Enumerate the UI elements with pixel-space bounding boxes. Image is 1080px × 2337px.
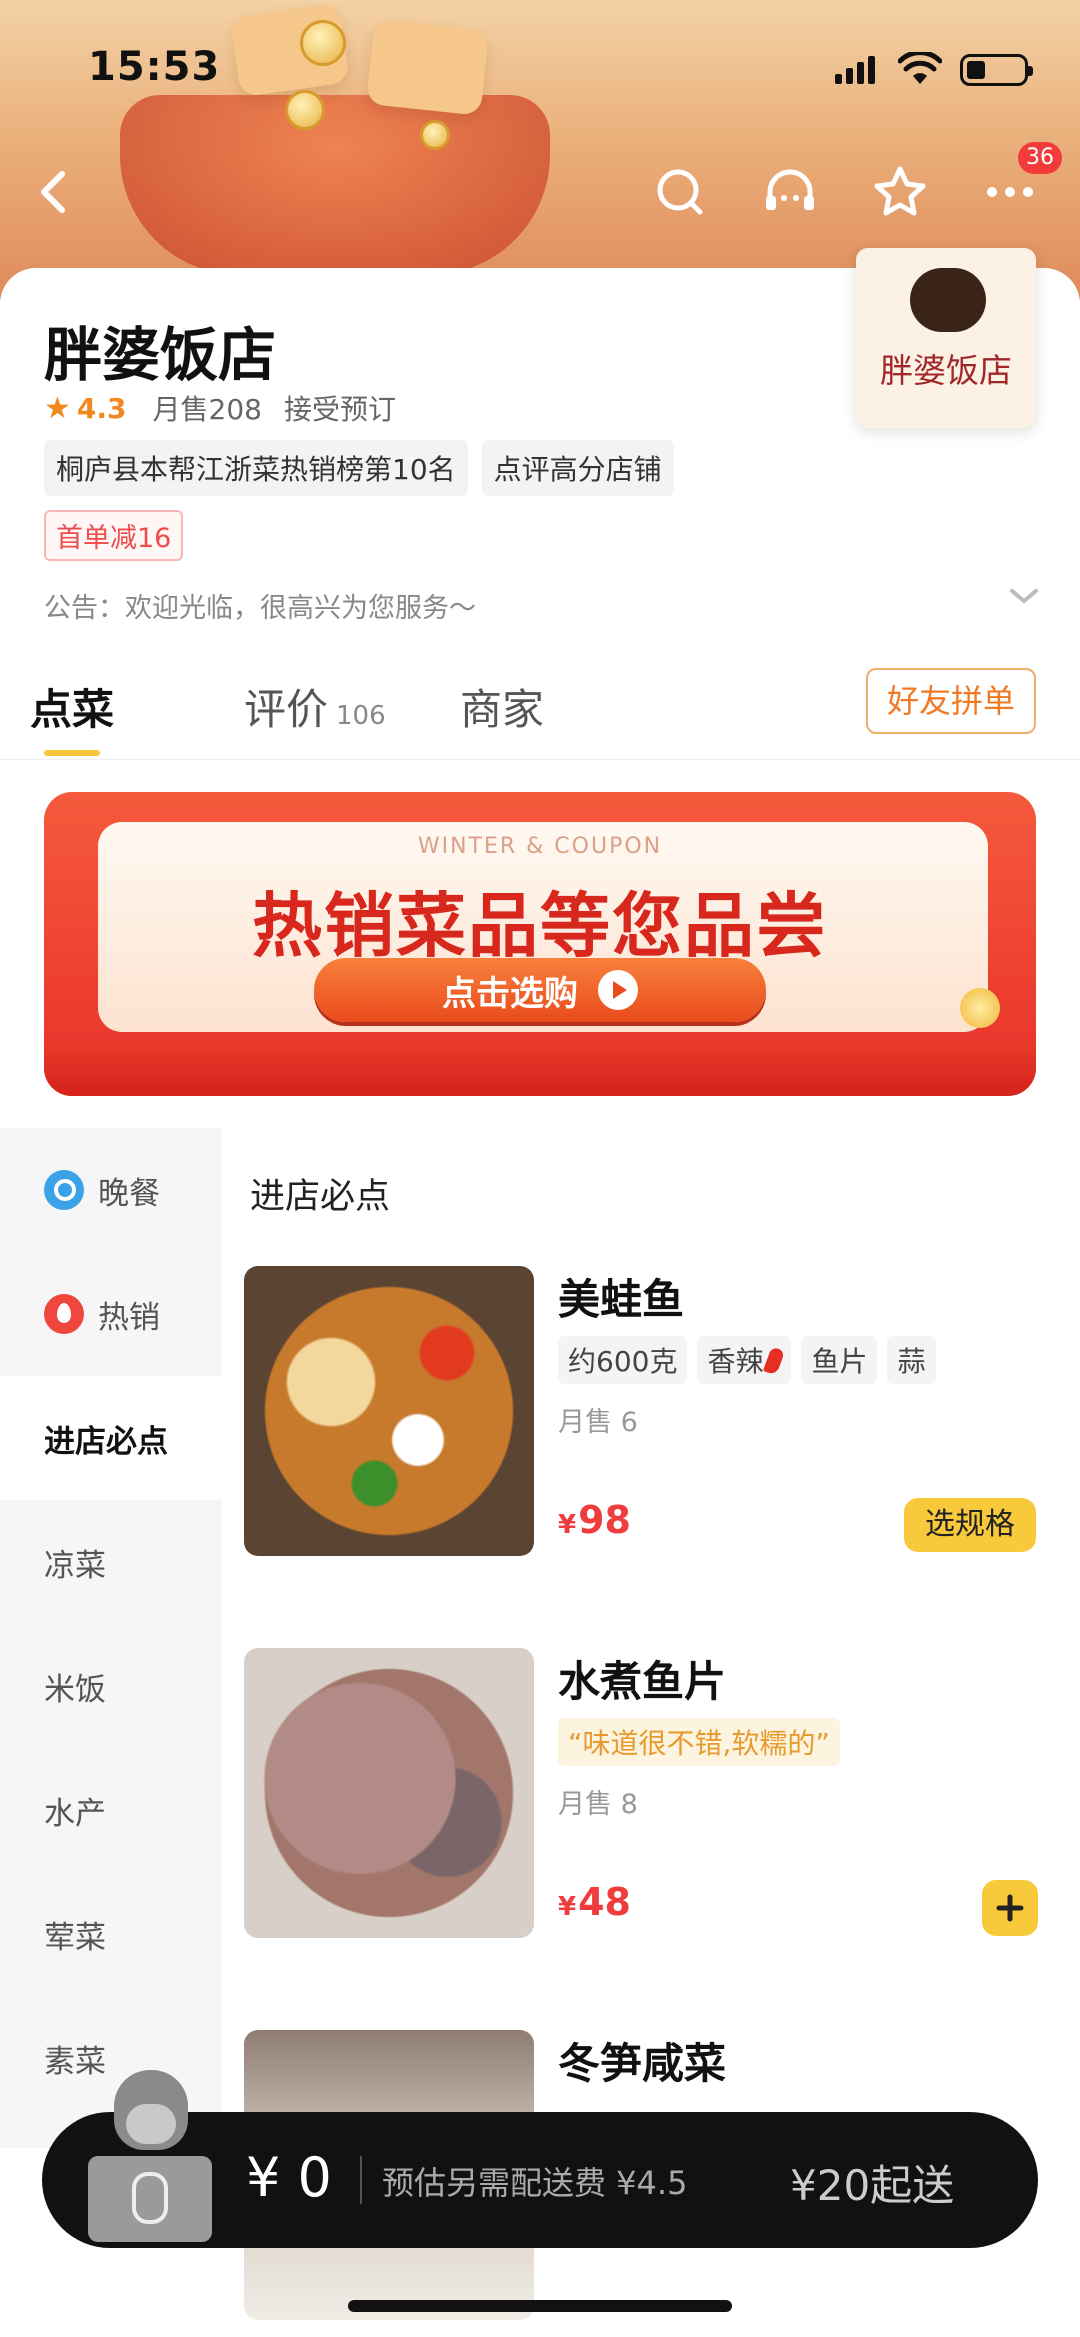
fire-icon <box>44 1294 84 1334</box>
sidebar-item-hot[interactable]: 热销 <box>0 1252 222 1376</box>
promo-cta-label: 点击选购 <box>442 973 578 1014</box>
dish-name: 冬笋咸菜 <box>558 2039 727 2088</box>
dish-attributes: 约600克 香辣 鱼片 蒜 <box>558 1336 936 1384</box>
select-spec-button[interactable]: 选规格 <box>904 1498 1036 1552</box>
dish-price: ¥98 <box>558 1498 631 1542</box>
customer-service-button[interactable] <box>758 160 822 224</box>
dish-review-quote: “味道很不错,软糯的” <box>558 1718 840 1766</box>
dish-price-value: 98 <box>578 1498 631 1542</box>
store-logo-text: 胖婆饭店 <box>880 351 1012 390</box>
play-icon <box>598 970 638 1010</box>
search-icon <box>44 1170 84 1210</box>
store-tabs: 点菜 评价 106 商家 好友拼单 <box>0 650 1080 760</box>
dish-price: ¥48 <box>558 1880 631 1924</box>
add-to-cart-button[interactable] <box>982 1880 1038 1936</box>
store-tags: 桐庐县本帮江浙菜热销榜第10名 点评高分店铺 <box>44 440 674 496</box>
promo-bottom-band <box>44 1042 1036 1096</box>
signal-icon <box>835 56 875 84</box>
store-name: 胖婆饭店 <box>44 321 277 389</box>
dish-attribute-label: 香辣 <box>707 1345 764 1378</box>
tab-menu[interactable]: 点菜 <box>30 676 114 737</box>
more-dots-icon <box>987 187 1033 197</box>
sidebar-item-label: 热销 <box>98 1299 160 1336</box>
dish-monthly-sales: 月售 6 <box>558 1407 638 1438</box>
dish-attribute-chip: 鱼片 <box>801 1336 878 1384</box>
dish-item[interactable]: 美蛙鱼 约600克 香辣 鱼片 蒜 月售 6 ¥98 选规格 <box>244 1266 1044 1566</box>
store-notice: 公告：欢迎光临，很高兴为您服务～ <box>44 593 476 624</box>
minimum-order[interactable]: ¥20起送 <box>790 2152 954 2213</box>
cart-total: ¥ 0 <box>246 2146 332 2209</box>
monthly-sales: 月售208 <box>152 393 262 426</box>
tab-reviews-count: 106 <box>336 701 386 731</box>
dish-name: 美蛙鱼 <box>558 1275 685 1324</box>
back-arrow-icon <box>41 171 65 213</box>
headset-icon <box>766 169 814 210</box>
group-order-button[interactable]: 好友拼单 <box>866 668 1036 734</box>
reservation-label: 接受预订 <box>283 393 396 426</box>
status-bar: 15:53 <box>0 0 1080 130</box>
dish-attribute-chip: 香辣 <box>697 1336 792 1384</box>
high-score-tag[interactable]: 点评高分店铺 <box>481 440 674 496</box>
back-button[interactable] <box>22 160 86 224</box>
store-meta: ★ 4.3 月售208 接受预订 <box>44 388 396 428</box>
wifi-icon <box>898 52 942 84</box>
active-tab-indicator <box>44 750 100 756</box>
delivery-courier-icon[interactable] <box>80 2070 220 2248</box>
dish-attribute-chip: 蒜 <box>887 1336 936 1384</box>
search-button[interactable] <box>648 160 712 224</box>
currency-symbol: ¥ <box>558 1892 577 1922</box>
home-indicator[interactable] <box>348 2300 732 2312</box>
battery-icon <box>960 54 1033 86</box>
dish-name: 水煮鱼片 <box>558 1657 727 1706</box>
rabbit-logo-icon <box>132 2172 168 2224</box>
plus-icon <box>996 1894 1024 1922</box>
bull-logo-icon <box>910 268 986 332</box>
status-time: 15:53 <box>88 44 221 90</box>
menu-section-title: 进店必点 <box>250 1177 391 1217</box>
dish-photo[interactable] <box>244 1266 534 1556</box>
dish-attribute-chip: 约600克 <box>558 1336 688 1384</box>
store-rating: 4.3 <box>76 391 127 425</box>
dish-item[interactable]: 水煮鱼片 “味道很不错,软糯的” 月售 8 ¥48 <box>244 1648 1044 1948</box>
dish-monthly-sales: 月售 8 <box>558 1789 638 1820</box>
rating-star-icon: ★ <box>44 390 71 426</box>
sidebar-item-must-order[interactable]: 进店必点 <box>0 1376 222 1500</box>
first-order-coupon[interactable]: 首单减16 <box>44 510 184 561</box>
star-icon <box>874 166 926 216</box>
search-icon <box>657 169 703 215</box>
favorite-button[interactable] <box>868 160 932 224</box>
ranking-tag[interactable]: 桐庐县本帮江浙菜热销榜第10名 <box>44 440 468 496</box>
store-logo[interactable]: 胖婆饭店 <box>856 248 1036 428</box>
sidebar-item-rice[interactable]: 米饭 <box>0 1624 222 1748</box>
tab-reviews[interactable]: 评价 106 <box>244 676 386 737</box>
category-sidebar: 晚餐 热销 进店必点 凉菜 米饭 水产 荤菜 素菜 <box>0 1128 222 2148</box>
promo-banner[interactable]: WINTER & COUPON 热销菜品等您品尝 点击选购 <box>44 792 1036 1096</box>
promo-headline: 热销菜品等您品尝 <box>252 885 828 967</box>
courier-face <box>126 2104 176 2144</box>
tab-reviews-label: 评价 <box>244 685 329 734</box>
notification-badge: 36 <box>1018 142 1062 174</box>
promo-subtitle: WINTER & COUPON <box>417 834 663 859</box>
promo-cta-button[interactable]: 点击选购 <box>314 958 766 1022</box>
dish-price-value: 48 <box>578 1880 631 1924</box>
delivery-fee: 预估另需配送费 ¥4.5 <box>382 2164 688 2202</box>
chili-pepper-icon <box>763 1346 786 1376</box>
sidebar-item-dinner[interactable]: 晚餐 <box>0 1128 222 1252</box>
chevron-down-icon[interactable] <box>1006 584 1042 608</box>
sidebar-item-label: 晚餐 <box>98 1175 160 1212</box>
sidebar-item-cold-dishes[interactable]: 凉菜 <box>0 1500 222 1624</box>
sidebar-item-meat[interactable]: 荤菜 <box>0 1872 222 1996</box>
tab-merchant[interactable]: 商家 <box>460 676 544 737</box>
dish-photo[interactable] <box>244 1648 534 1938</box>
sidebar-item-seafood[interactable]: 水产 <box>0 1748 222 1872</box>
currency-symbol: ¥ <box>558 1510 577 1540</box>
promo-coin-icon <box>960 988 1000 1028</box>
store-info-card: 胖婆饭店 胖婆饭店 ★ 4.3 月售208 接受预订 桐庐县本帮江浙菜热销榜第1… <box>0 248 1080 648</box>
